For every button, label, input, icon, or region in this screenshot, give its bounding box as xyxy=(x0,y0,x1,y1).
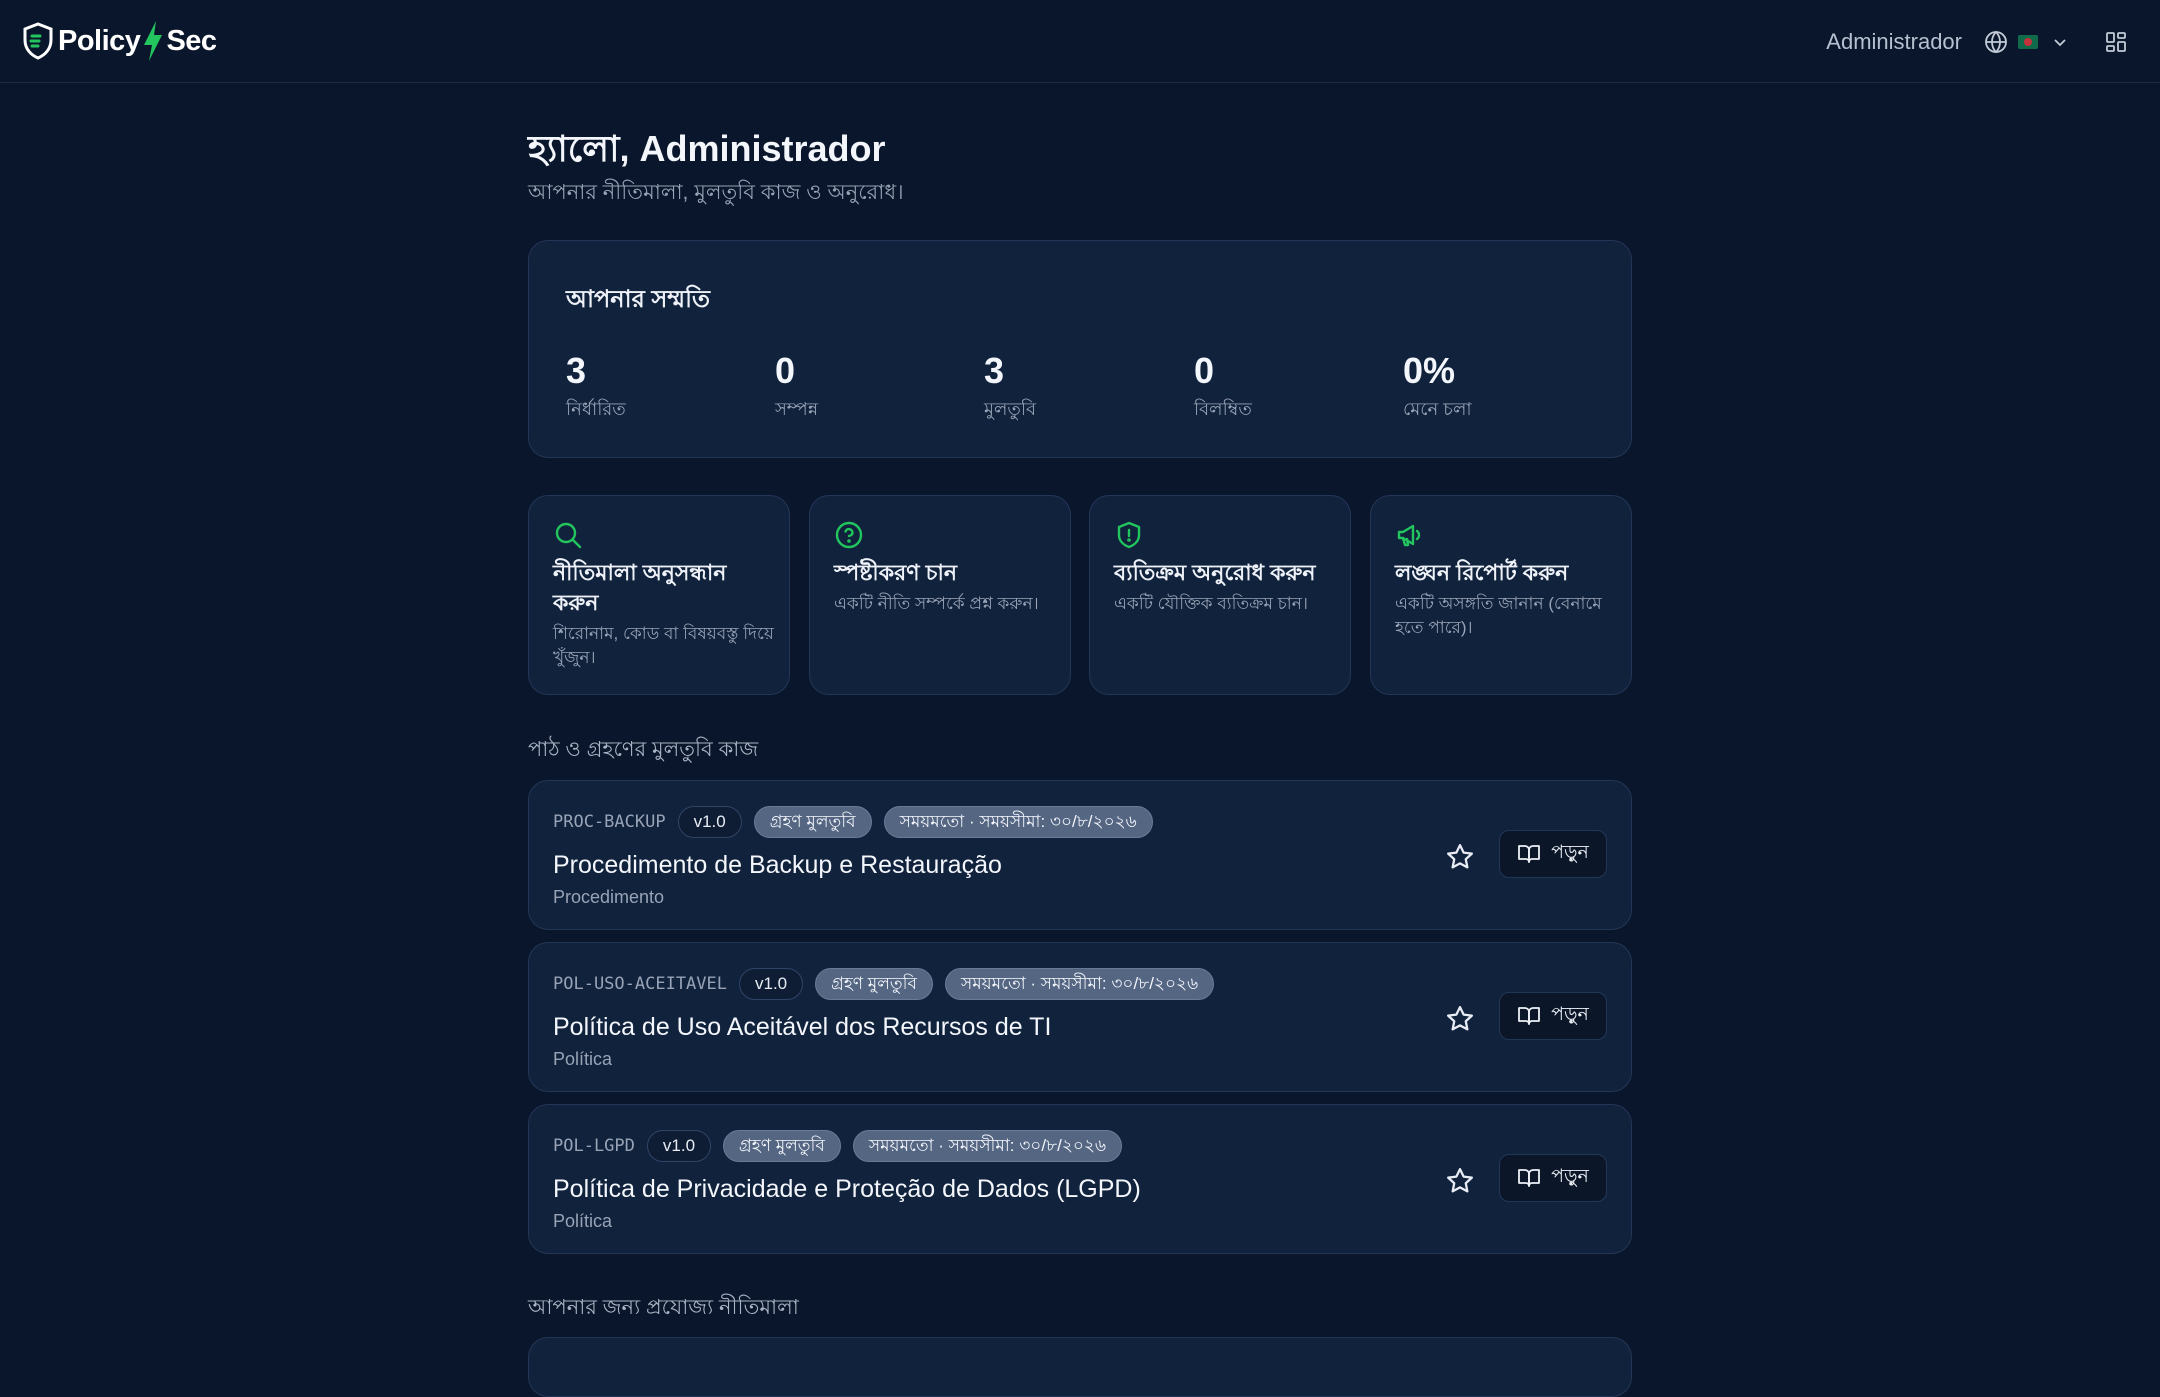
stat-compliance: 0% মেনে চলা xyxy=(1403,351,1472,426)
stat-label: বিলম্বিত xyxy=(1194,399,1252,419)
stat-label: নির্ধারিত xyxy=(566,399,626,419)
action-description: একটি যৌক্তিক ব্যতিক্রম চান। xyxy=(1114,594,1308,613)
applicable-policy-card[interactable] xyxy=(528,1337,1632,1397)
layout-grid-icon[interactable] xyxy=(2104,30,2128,54)
policy-title[interactable]: Política de Privacidade e Proteção de Da… xyxy=(553,1175,1141,1204)
deadline-badge: সময়মতো · সময়সীমা: ৩০/৮/২০২৬ xyxy=(945,968,1215,1000)
brand-wordmark: Policy Sec xyxy=(58,20,217,62)
status-badge: গ্রহণ মুলতুবি xyxy=(723,1130,841,1162)
version-badge: v1.0 xyxy=(677,806,742,838)
stat-value: 0% xyxy=(1403,350,1456,391)
page-title: হ্যালো, Administrador xyxy=(528,128,886,169)
stat-label: সম্পন্ন xyxy=(775,399,819,419)
stat-pending: 3 মুলতুবি xyxy=(984,351,1036,426)
deadline-badge: সময়মতো · সময়সীমা: ৩০/৮/২০২৬ xyxy=(852,1130,1123,1162)
policy-title[interactable]: Política de Uso Aceitável dos Recursos d… xyxy=(553,1013,1051,1042)
read-button-label: পড়ুন xyxy=(1551,842,1589,863)
pending-task-row[interactable]: PROC-BACKUP v1.0 গ্রহণ মুলতুবি সময়মতো ·… xyxy=(528,780,1632,930)
action-request-exception[interactable]: ব্যতিক্রম অনুরোধ করুন একটি যৌক্তিক ব্যতি… xyxy=(1089,495,1351,695)
stat-overdue: 0 বিলম্বিত xyxy=(1194,351,1252,426)
brand-left: Policy xyxy=(58,24,141,57)
shield-logo-icon xyxy=(23,22,53,60)
pending-section-title: পাঠ ও গ্রহণের মুলতুবি কাজ xyxy=(528,738,759,761)
summary-title: আপনার সম্মতি xyxy=(566,286,710,313)
bangladesh-flag-icon xyxy=(2018,34,2038,49)
language-selector[interactable] xyxy=(1984,30,2068,54)
chevron-down-icon xyxy=(2054,38,2066,46)
pending-task-row[interactable]: POL-LGPD v1.0 গ্রহণ মুলতুবি সময়মতো · সম… xyxy=(528,1104,1632,1254)
read-button-label: পড়ুন xyxy=(1551,1166,1589,1187)
bolt-logo-icon xyxy=(144,21,163,61)
compliance-summary-card: আপনার সম্মতি 3 নির্ধারিত 0 সম্পন্ন 3 মুল… xyxy=(528,240,1632,458)
task-meta: POL-LGPD v1.0 গ্রহণ মুলতুবি সময়মতো · সম… xyxy=(553,1129,1134,1163)
read-button[interactable]: পড়ুন xyxy=(1499,1154,1607,1202)
task-meta: PROC-BACKUP v1.0 গ্রহণ মুলতুবি সময়মতো ·… xyxy=(553,805,1165,839)
app-logo[interactable]: Policy Sec xyxy=(22,20,217,62)
book-open-icon xyxy=(1518,845,1540,863)
shield-alert-icon xyxy=(1117,521,1141,549)
action-title: স্পষ্টীকরণ চান xyxy=(834,560,958,585)
brand-right: Sec xyxy=(166,24,217,57)
action-title: ব্যতিক্রম অনুরোধ করুন xyxy=(1114,560,1316,585)
action-title: লঙ্ঘন রিপোর্ট করুন xyxy=(1395,560,1569,585)
book-open-icon xyxy=(1518,1007,1540,1025)
star-icon[interactable] xyxy=(1445,1004,1475,1034)
read-button[interactable]: পড়ুন xyxy=(1499,830,1607,878)
version-badge: v1.0 xyxy=(646,1130,712,1162)
task-meta: POL-USO-ACEITAVEL v1.0 গ্রহণ মুলতুবি সময… xyxy=(553,967,1226,1001)
policy-type: Política xyxy=(553,1049,613,1069)
user-name[interactable]: Administrador xyxy=(1826,29,1962,55)
stat-label: মুলতুবি xyxy=(984,399,1037,419)
stat-assigned: 3 নির্ধারিত xyxy=(566,351,626,426)
action-description: একটি অসঙ্গতি জানান (বেনামে হতে পারে)। xyxy=(1395,594,1602,637)
version-badge: v1.0 xyxy=(739,968,804,1000)
book-open-icon xyxy=(1518,1169,1540,1187)
top-right-controls: Administrador xyxy=(1826,0,2160,83)
star-icon[interactable] xyxy=(1445,842,1475,872)
action-description: শিরোনাম, কোড বা বিষয়বস্তু দিয়ে খুঁজুন। xyxy=(553,624,774,667)
status-badge: গ্রহণ মুলতুবি xyxy=(753,806,872,838)
stat-value: 3 xyxy=(984,350,1005,391)
top-bar: Policy Sec Administrador xyxy=(0,0,2160,83)
search-icon xyxy=(555,522,582,549)
page-subtitle: আপনার নীতিমালা, মুলতুবি কাজ ও অনুরোধ। xyxy=(528,181,904,204)
globe-icon xyxy=(1985,30,2007,53)
pending-task-row[interactable]: POL-USO-ACEITAVEL v1.0 গ্রহণ মুলতুবি সময… xyxy=(528,942,1632,1092)
help-circle-icon xyxy=(835,521,863,549)
policy-type: Política xyxy=(553,1211,613,1231)
star-icon[interactable] xyxy=(1445,1166,1475,1196)
read-button-label: পড়ুন xyxy=(1551,1004,1589,1025)
policy-code: POL-LGPD xyxy=(553,1136,635,1156)
policy-title[interactable]: Procedimento de Backup e Restauração xyxy=(553,851,1002,880)
action-request-clarification[interactable]: স্পষ্টীকরণ চান একটি নীতি সম্পর্কে প্রশ্ন… xyxy=(809,495,1071,695)
stat-completed: 0 সম্পন্ন xyxy=(775,351,818,426)
policy-code: POL-USO-ACEITAVEL xyxy=(553,974,727,994)
action-report-violation[interactable]: লঙ্ঘন রিপোর্ট করুন একটি অসঙ্গতি জানান (ব… xyxy=(1370,495,1632,695)
policy-code: PROC-BACKUP xyxy=(553,812,666,832)
stat-value: 0 xyxy=(1194,350,1215,391)
deadline-badge: সময়মতো · সময়সীমা: ৩০/৮/২০২৬ xyxy=(883,806,1153,838)
stat-value: 3 xyxy=(566,350,587,391)
action-search-policies[interactable]: নীতিমালা অনুসন্ধান করুন শিরোনাম, কোড বা … xyxy=(528,495,790,695)
stat-value: 0 xyxy=(775,350,796,391)
megaphone-icon xyxy=(1397,524,1421,547)
read-button[interactable]: পড়ুন xyxy=(1499,992,1607,1040)
action-title: নীতিমালা অনুসন্ধান করুন xyxy=(553,560,727,615)
stat-label: মেনে চলা xyxy=(1403,399,1472,419)
applicable-section-title: আপনার জন্য প্রযোজ্য নীতিমালা xyxy=(528,1296,799,1319)
action-description: একটি নীতি সম্পর্কে প্রশ্ন করুন। xyxy=(834,594,1039,613)
policy-type: Procedimento xyxy=(553,887,665,907)
status-badge: গ্রহণ মুলতুবি xyxy=(815,968,933,1000)
